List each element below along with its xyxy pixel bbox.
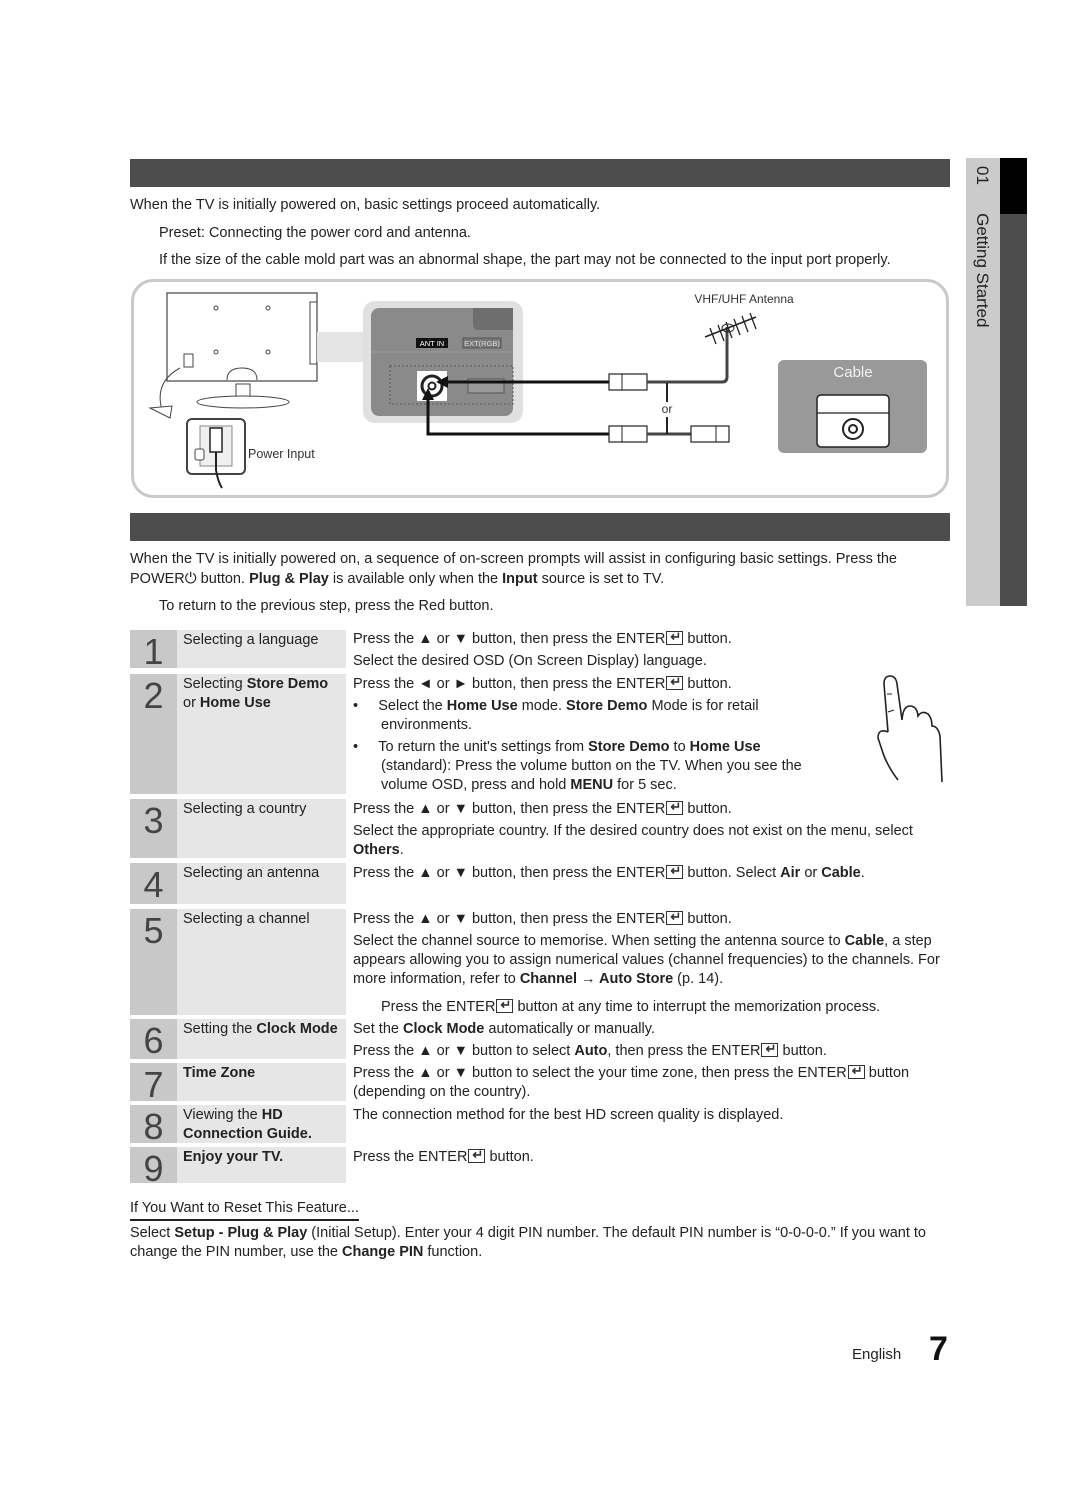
or-label: or [662,402,673,416]
step9-instruction: Press the ENTER button. [353,1145,534,1167]
enter-icon [496,995,514,1014]
step3-detail: Select the appropriate country. If the d… [353,823,913,839]
step-title: Selecting a language [183,632,319,648]
step-row-1: 1 Selecting a language [130,630,346,672]
step6-instruction: Set the Clock Mode automatically or manu… [353,1021,655,1037]
page-number: 7 [929,1330,948,1368]
step-number: 9 [130,1147,177,1189]
enter-icon [666,672,684,691]
step2-bullet2: • To return the unit's settings from Sto… [353,739,761,755]
step-title: Time Zone [183,1065,256,1081]
step-number: 6 [130,1019,177,1061]
step1-instruction: Press the ▲ or ▼ button, then press the … [353,627,732,649]
step-title: Enjoy your TV. [183,1149,284,1165]
connection-diagram-svg: ANT IN EXT(RGB) or VHF/UHF Antenna Cable… [148,292,927,489]
chapter-number: 01 [973,166,992,185]
enter-icon [666,797,684,816]
step-title: Selecting a channel [183,911,310,927]
power-keyword: POWER [130,571,185,587]
note-return-step: To return to the previous step, press th… [159,598,494,614]
cable-label: Cable [833,364,872,381]
power-input-illustration [186,418,246,489]
chapter-title: Getting Started [973,213,992,328]
step3-detail-cont: Others. [353,842,404,858]
section2-intro-line1: When the TV is initially powered on, a s… [130,551,897,567]
step8-instruction: The connection method for the best HD sc… [353,1107,784,1123]
step-number: 8 [130,1105,177,1147]
tv-rear-illustration [166,292,318,409]
step-row-5: 5 Selecting a channel [130,909,346,1015]
enter-icon [847,1061,865,1080]
step-number: 4 [130,863,177,905]
power-icon: ⏻ [184,570,197,587]
step-row-4: 4 Selecting an antenna [130,863,346,905]
step2-bullet2-cont2: volume OSD, press and hold MENU for 5 se… [381,777,677,793]
ext-rgb-label: EXT(RGB) [464,339,500,348]
step2-instruction: Press the ◄ or ► button, then press the … [353,672,732,694]
step-number: 5 [130,909,177,1015]
connection-diagram: ANT IN EXT(RGB) or VHF/UHF Antenna Cable… [131,279,949,498]
step-title: Selecting Store Demo or Home Use [183,676,329,711]
step-row-6: 6 Setting the Clock Mode [130,1019,346,1061]
footer-language: English [852,1346,902,1363]
enter-icon [666,627,684,646]
step5-detail: Select the channel source to memorise. W… [353,933,932,949]
step7-instruction: Press the ▲ or ▼ button to select the yo… [353,1061,909,1083]
enter-icon [468,1145,486,1164]
enter-icon [666,907,684,926]
step-number: 1 [130,630,177,672]
enter-icon [666,861,684,880]
step5-instruction: Press the ▲ or ▼ button, then press the … [353,907,732,929]
section2-intro-line2: POWER⏻ button. Plug & Play is available … [130,570,665,587]
section1-intro: When the TV is initially powered on, bas… [130,197,601,213]
section-header-bar-plug-and-play [130,513,950,541]
reset-instruction-line2: change the PIN number, use the Change PI… [130,1244,483,1260]
step5-detail-cont2: more information, refer to Channel → Aut… [353,971,724,987]
hand-pointer-icon [877,675,943,783]
step1-detail: Select the desired OSD (On Screen Displa… [353,653,707,669]
step2-bullet1: • Select the Home Use mode. Store Demo M… [353,698,759,714]
step-title: Setting the Clock Mode [183,1021,338,1037]
chapter-tab-marker [1000,158,1027,214]
reset-instruction-line1: Select Setup - Plug & Play (Initial Setu… [130,1225,926,1241]
note-cable-mold: If the size of the cable mold part was a… [159,252,891,268]
step-row-9: 9 Enjoy your TV. [130,1147,346,1189]
step2-bullet1-cont: environments. [381,717,473,733]
chapter-tab-label: 01 Getting Started [972,166,992,327]
reset-feature-heading: If You Want to Reset This Feature... [130,1199,359,1221]
input-keyword: Input [502,571,538,587]
tv-connector-panel [317,301,523,423]
step5-detail-cont1: appears allowing you to assign numerical… [353,952,940,968]
chapter-tab-dark-strip [1000,158,1027,606]
step3-instruction: Press the ▲ or ▼ button, then press the … [353,797,732,819]
antenna-icon [704,312,757,345]
step-title: Selecting a country [183,801,307,817]
plug-and-play-keyword: Plug & Play [249,571,329,587]
vhf-uhf-antenna-label: VHF/UHF Antenna [694,292,794,306]
section-header-bar-initial-setup [130,159,950,187]
step-number: 2 [130,674,177,794]
enter-icon [761,1039,779,1058]
step-title: Viewing the HD Connection Guide. [183,1107,312,1142]
step-row-8: 8 Viewing the HD Connection Guide. [130,1105,346,1147]
step2-bullet2-cont1: (standard): Press the volume button on t… [381,758,802,774]
step6-detail: Press the ▲ or ▼ button to select Auto, … [353,1039,827,1061]
step-number: 7 [130,1063,177,1105]
step-number: 3 [130,799,177,858]
step7-detail: (depending on the country). [353,1084,531,1100]
ant-in-label: ANT IN [420,339,444,348]
power-input-label: Power Input [248,447,315,461]
step-row-2: 2 Selecting Store Demo or Home Use [130,674,346,794]
step-row-7: 7 Time Zone [130,1063,346,1105]
step-title: Selecting an antenna [183,865,320,881]
note-preset: Preset: Connecting the power cord and an… [159,225,471,241]
step4-instruction: Press the ▲ or ▼ button, then press the … [353,861,865,883]
step5-note: Press the ENTER button at any time to in… [381,995,880,1017]
step-row-3: 3 Selecting a country [130,799,346,858]
